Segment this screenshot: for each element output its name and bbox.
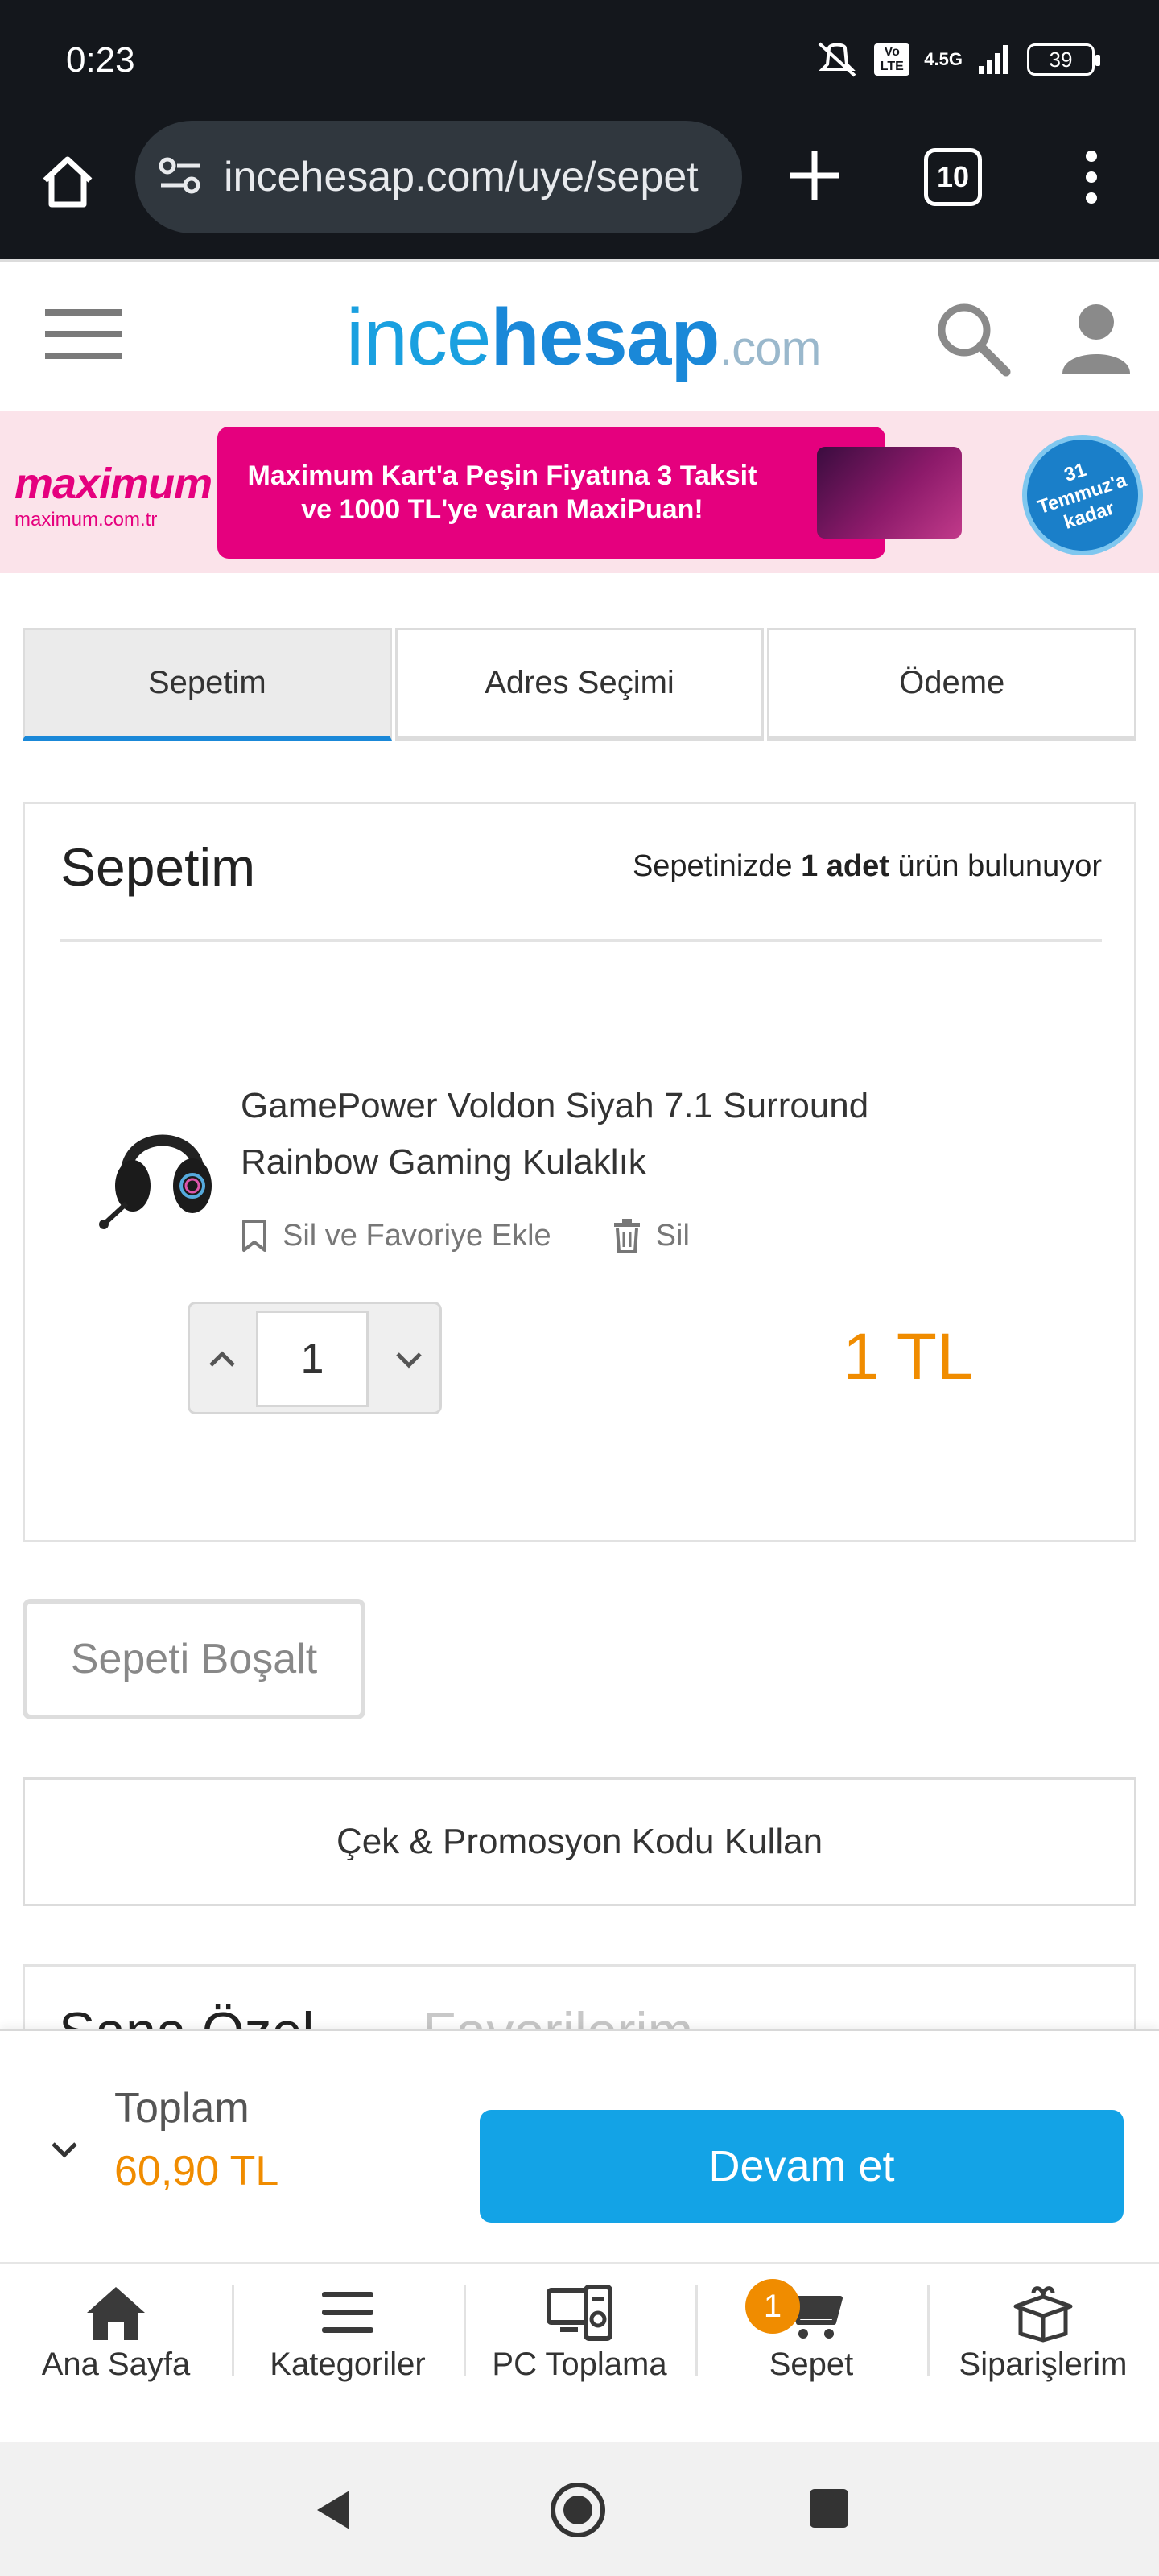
- home-icon[interactable]: [35, 150, 100, 214]
- list-icon: [322, 2292, 373, 2333]
- nav-home-label: Ana Sayfa: [41, 2347, 191, 2382]
- cart-count-text: Sepetinizde 1 adet ürün bulunuyor: [633, 849, 1102, 884]
- empty-cart-button[interactable]: Sepeti Boşalt: [23, 1599, 365, 1719]
- item-price: 1 TL: [843, 1320, 974, 1393]
- signal-icon: [979, 45, 1008, 74]
- cart-title: Sepetim: [60, 837, 256, 897]
- product-name-line1: GamePower Voldon Siyah 7.1 Surround: [241, 1086, 869, 1125]
- banner-message: Maximum Kart'a Peşin Fiyatına 3 Taksit v…: [217, 427, 962, 559]
- cart-badge: 1: [745, 2279, 800, 2334]
- network-type: 4.5G: [924, 49, 963, 69]
- logo-hesap: hesap: [490, 292, 720, 382]
- banner-text: Maximum Kart'a Peşin Fiyatına 3 Taksit v…: [245, 459, 760, 526]
- order-total-bar: Toplam 60,90 TL Devam et: [0, 2029, 1159, 2262]
- step-odeme[interactable]: Ödeme: [767, 628, 1137, 741]
- tab-switcher-button[interactable]: 10: [924, 148, 982, 206]
- bookmark-icon: [242, 1220, 266, 1252]
- site-settings-icon[interactable]: [156, 151, 204, 200]
- divider: [60, 939, 1102, 942]
- product-name[interactable]: GamePower Voldon Siyah 7.1 Surround Rain…: [241, 1078, 965, 1191]
- bottom-navigation: Ana Sayfa Kategoriler PC Toplama 1 Sepet: [0, 2262, 1159, 2442]
- banner-date-badge: 31 Temmuz'a kadar: [1006, 419, 1159, 572]
- logo-com: .com: [719, 321, 821, 375]
- banner-line2: ve 1000 TL'ye varan MaxiPuan!: [301, 494, 703, 525]
- hamburger-menu-icon[interactable]: [45, 306, 122, 362]
- home-circle-icon[interactable]: [547, 2479, 608, 2541]
- cart-count-value: 1 adet: [801, 849, 889, 883]
- cart-panel: Sepetim Sepetinizde 1 adet ürün bulunuyo…: [23, 802, 1136, 1542]
- step-sepetim[interactable]: Sepetim: [23, 628, 392, 741]
- nav-orders-label: Siparişlerim: [959, 2347, 1128, 2382]
- product-image[interactable]: [94, 1102, 231, 1239]
- credit-card-image: [817, 447, 962, 539]
- banner-brand-logo: maximum maximum.com.tr: [14, 459, 212, 531]
- mute-icon: [818, 42, 856, 77]
- status-bar: 0:23 Vo LTE 4.5G 39: [0, 0, 1159, 121]
- product-name-line2: Rainbow Gaming Kulaklık: [241, 1142, 646, 1182]
- volte-icon: Vo LTE: [874, 43, 910, 76]
- trash-icon: [613, 1219, 640, 1253]
- promo-banner[interactable]: maximum maximum.com.tr Maximum Kart'a Pe…: [0, 411, 1159, 573]
- delete-item-label: Sil: [655, 1218, 690, 1253]
- system-navigation-bar: [0, 2442, 1159, 2576]
- nav-home[interactable]: Ana Sayfa: [0, 2264, 232, 2442]
- chevron-down-icon[interactable]: [386, 1336, 431, 1381]
- chevron-up-icon[interactable]: [200, 1336, 245, 1381]
- status-icons: Vo LTE 4.5G 39: [815, 40, 1100, 79]
- desktop-pc-icon: [547, 2285, 612, 2341]
- nav-orders[interactable]: Siparişlerim: [927, 2264, 1159, 2442]
- recommendations-panel: Sana Özel Favorilerim: [23, 1964, 1136, 2029]
- step-adres-secimi[interactable]: Adres Seçimi: [394, 628, 765, 741]
- nav-cart[interactable]: 1 Sepet: [695, 2264, 927, 2442]
- nav-categories-label: Kategoriler: [270, 2347, 426, 2382]
- promo-code-button[interactable]: Çek & Promosyon Kodu Kullan: [23, 1777, 1136, 1906]
- search-icon[interactable]: [932, 298, 1013, 378]
- logo-ince: ince: [346, 292, 491, 382]
- delete-item-button[interactable]: Sil: [612, 1218, 690, 1253]
- site-logo[interactable]: incehesap.com: [346, 291, 822, 384]
- back-icon[interactable]: [307, 2484, 359, 2536]
- quantity-input[interactable]: 1: [256, 1311, 369, 1407]
- nav-cart-label: Sepet: [769, 2347, 854, 2382]
- quantity-stepper: 1: [188, 1302, 442, 1414]
- tab-favorilerim[interactable]: Favorilerim: [423, 2000, 693, 2029]
- nav-categories[interactable]: Kategoriler: [232, 2264, 464, 2442]
- user-account-icon[interactable]: [1058, 299, 1135, 377]
- battery-icon: 39: [1027, 43, 1100, 76]
- continue-button[interactable]: Devam et: [480, 2110, 1124, 2223]
- nav-pc-build[interactable]: PC Toplama: [464, 2264, 695, 2442]
- overflow-menu-icon[interactable]: [1075, 145, 1107, 209]
- url-text[interactable]: incehesap.com/uye/sepet: [224, 153, 723, 201]
- nav-pc-build-label: PC Toplama: [492, 2347, 667, 2382]
- cart-count-suffix: ürün bulunuyor: [889, 849, 1102, 883]
- total-value: 60,90 TL: [114, 2148, 279, 2194]
- banner-brand-url: maximum.com.tr: [14, 509, 158, 530]
- banner-line1: Maximum Kart'a Peşin Fiyatına 3 Taksit: [247, 460, 757, 491]
- total-label: Toplam: [114, 2085, 250, 2132]
- banner-brand: maximum: [14, 460, 212, 508]
- site-header: incehesap.com: [0, 259, 1159, 411]
- home-icon: [87, 2287, 145, 2340]
- save-to-favorites-button[interactable]: Sil ve Favoriye Ekle: [241, 1218, 551, 1253]
- save-to-favorites-label: Sil ve Favoriye Ekle: [283, 1218, 551, 1253]
- new-tab-icon[interactable]: [781, 142, 848, 209]
- gift-box-icon: [1013, 2286, 1073, 2343]
- browser-toolbar: incehesap.com/uye/sepet 10: [0, 121, 1159, 259]
- checkout-steps: Sepetim Adres Seçimi Ödeme: [23, 628, 1137, 745]
- address-bar[interactable]: incehesap.com/uye/sepet: [135, 121, 742, 233]
- cart-count-prefix: Sepetinizde: [632, 849, 802, 883]
- status-time: 0:23: [66, 40, 135, 80]
- product-actions: Sil ve Favoriye Ekle Sil: [241, 1218, 690, 1253]
- recent-apps-icon[interactable]: [808, 2487, 850, 2529]
- chevron-down-icon[interactable]: [47, 2131, 82, 2166]
- tab-sana-ozel[interactable]: Sana Özel: [59, 2000, 315, 2029]
